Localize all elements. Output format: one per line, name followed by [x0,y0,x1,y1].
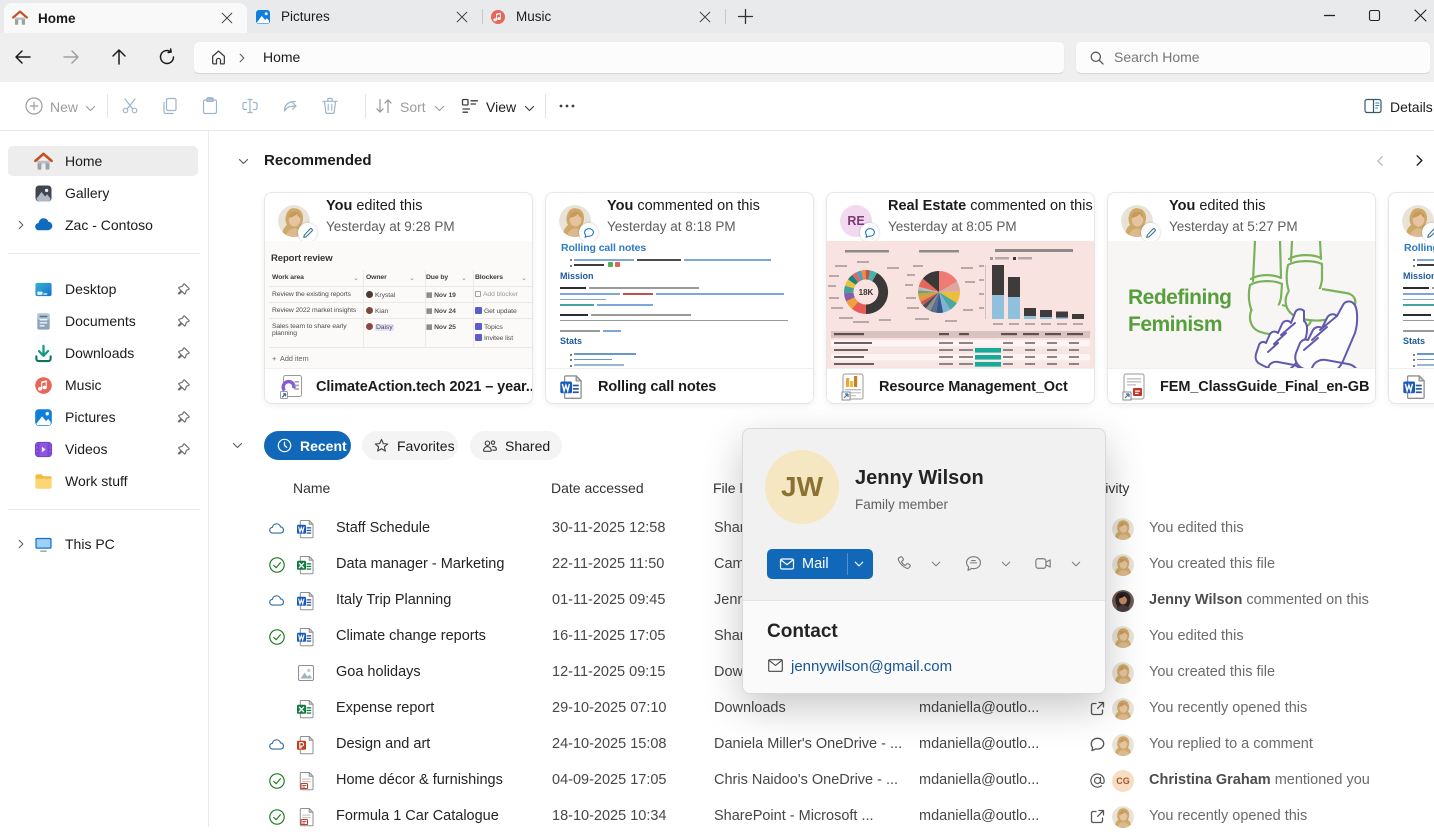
svg-text:18K: 18K [859,288,874,297]
svg-text:Redefining: Redefining [1128,286,1232,309]
svg-text:Feminism: Feminism [1128,313,1222,336]
